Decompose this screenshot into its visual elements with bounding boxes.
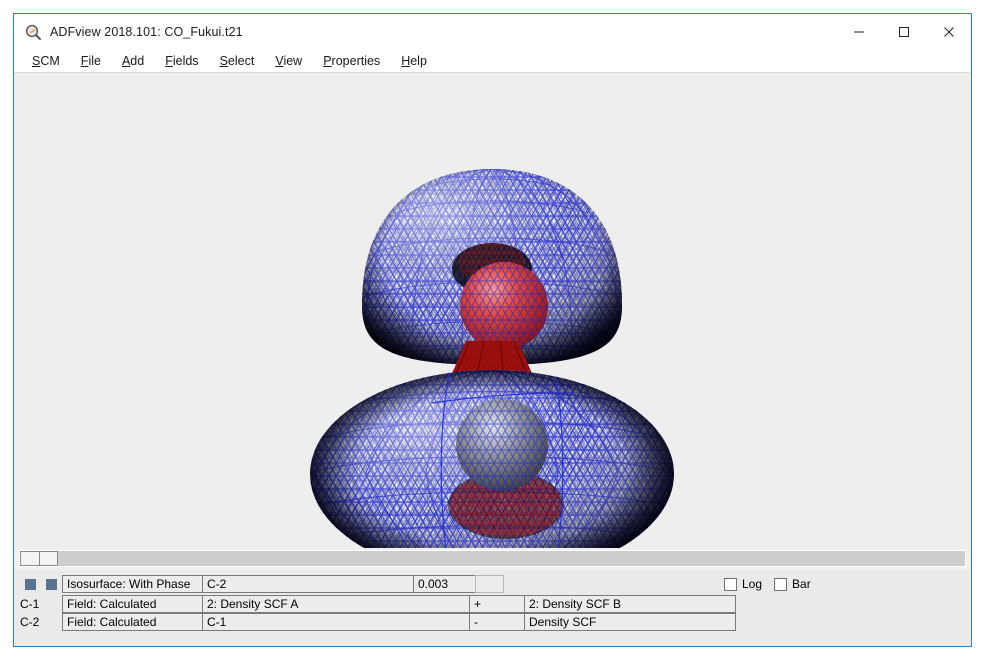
isosurface-spacer-field — [475, 575, 504, 593]
field-row-c1-type[interactable]: Field: Calculated — [62, 595, 203, 613]
field-row-c2-operand-a[interactable]: C-1 — [202, 613, 470, 631]
isosurface-color-swatches — [14, 578, 62, 590]
field-row-c1-label: C-1 — [20, 597, 40, 611]
menu-item-help[interactable]: Help — [401, 54, 427, 68]
window-controls — [836, 14, 971, 50]
minimize-icon — [853, 31, 864, 33]
bar-checkbox[interactable] — [774, 577, 788, 591]
molecule-viewport[interactable] — [14, 73, 971, 548]
menu-item-scm[interactable]: SCM — [32, 54, 60, 68]
scrollbar-thumb[interactable] — [20, 551, 58, 566]
atom-carbon — [456, 399, 548, 491]
color-swatch-positive[interactable] — [25, 578, 36, 590]
isosurface-render — [310, 169, 674, 548]
horizontal-scrollbar[interactable] — [19, 550, 966, 567]
menu-item-view[interactable]: View — [275, 54, 302, 68]
application-window: ADFview 2018.101: CO_Fukui.t21 SCM File … — [13, 13, 972, 647]
isosurface-type-field[interactable]: Isosurface: With Phase — [62, 575, 203, 593]
scrollbar-thumb-left[interactable] — [21, 552, 39, 565]
scrollbar-thumb-right[interactable] — [38, 552, 57, 565]
field-row-c1-operator[interactable]: + — [469, 595, 525, 613]
window-title: ADFview 2018.101: CO_Fukui.t21 — [50, 25, 243, 39]
field-row-c2-type[interactable]: Field: Calculated — [62, 613, 203, 631]
maximize-icon — [898, 27, 909, 37]
color-swatch-negative[interactable] — [46, 578, 57, 590]
menu-bar: SCM File Add Fields Select View Properti… — [14, 50, 971, 73]
field-row-c1: C-1 Field: Calculated 2: Density SCF A +… — [14, 595, 736, 613]
close-button[interactable] — [926, 14, 971, 50]
log-checkbox-label: Log — [742, 577, 763, 591]
menu-item-fields[interactable]: Fields — [165, 54, 198, 68]
isosurface-value-field[interactable]: 0.003 — [413, 575, 476, 593]
field-row-c2-operand-b[interactable]: Density SCF — [524, 613, 736, 631]
fields-panel: Isosurface: With Phase C-2 0.003 C-1 Fie… — [14, 570, 971, 646]
menu-item-select[interactable]: Select — [220, 54, 255, 68]
screenshot-root: ADFview 2018.101: CO_Fukui.t21 SCM File … — [0, 0, 985, 660]
minimize-button[interactable] — [836, 14, 881, 50]
scrollbar-strip — [14, 548, 971, 570]
field-row-c1-operand-b[interactable]: 2: Density SCF B — [524, 595, 736, 613]
atom-oxygen — [460, 262, 548, 350]
field-row-c2-label: C-2 — [20, 615, 40, 629]
menu-item-add[interactable]: Add — [122, 54, 144, 68]
isosurface-row: Isosurface: With Phase C-2 0.003 — [14, 575, 504, 593]
title-bar: ADFview 2018.101: CO_Fukui.t21 — [14, 14, 971, 50]
magnifier-icon — [24, 23, 42, 41]
log-checkbox[interactable] — [724, 577, 737, 591]
field-row-c2: C-2 Field: Calculated C-1 - Density SCF — [14, 613, 736, 631]
maximize-button[interactable] — [881, 14, 926, 50]
isosurface-source-field[interactable]: C-2 — [202, 575, 414, 593]
bar-checkbox-label: Bar — [792, 577, 811, 591]
field-row-c2-operator[interactable]: - — [469, 613, 525, 631]
close-icon — [943, 27, 954, 37]
menu-item-file[interactable]: File — [81, 54, 101, 68]
display-options: Log Bar — [724, 575, 823, 593]
menu-item-properties[interactable]: Properties — [323, 54, 380, 68]
field-row-c1-operand-a[interactable]: 2: Density SCF A — [202, 595, 470, 613]
